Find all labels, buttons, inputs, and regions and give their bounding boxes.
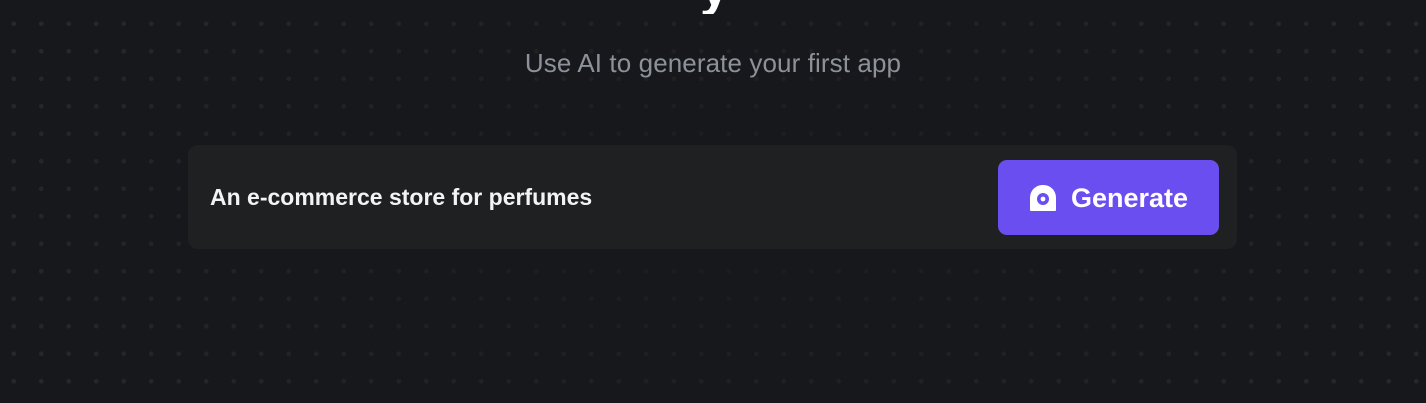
generate-button-label: Generate xyxy=(1070,182,1189,213)
page-title-fragment: y xyxy=(700,0,730,14)
page-subtitle: Use AI to generate your first app xyxy=(524,48,902,78)
prompt-input[interactable] xyxy=(210,177,970,217)
ai-generate-icon xyxy=(1029,184,1057,212)
prompt-box: Generate xyxy=(188,145,1237,249)
generate-button[interactable]: Generate xyxy=(998,160,1219,235)
